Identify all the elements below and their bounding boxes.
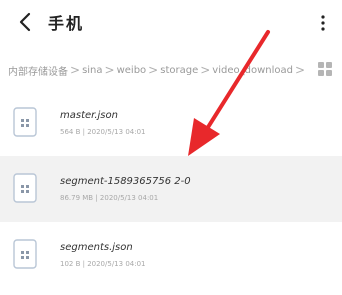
breadcrumb-separator: > <box>70 63 81 77</box>
breadcrumb: 内部存储设备 > sina > weibo > storage > video_… <box>8 60 308 80</box>
grid-view-button[interactable] <box>318 61 332 76</box>
breadcrumb-item-weibo[interactable]: weibo <box>117 65 147 76</box>
file-row-master-json[interactable]: master.json 564 B | 2020/5/13 04:01 <box>0 90 342 156</box>
page-title: 手机 <box>48 14 85 33</box>
breadcrumb-separator: > <box>104 63 115 77</box>
chevron-left-icon <box>19 12 31 32</box>
top-bar: 手机 <box>0 0 342 46</box>
file-icon <box>13 239 37 269</box>
file-icon <box>13 173 37 203</box>
breadcrumb-item-internal-storage[interactable]: 内部存储设备 <box>8 63 68 78</box>
file-meta: 102 B | 2020/5/13 04:01 <box>60 260 146 268</box>
breadcrumb-separator: > <box>200 63 211 77</box>
file-name: master.json <box>60 110 118 121</box>
breadcrumb-item-sina[interactable]: sina <box>82 65 102 76</box>
file-meta: 564 B | 2020/5/13 04:01 <box>60 128 146 136</box>
more-options-button[interactable] <box>314 10 332 36</box>
file-name: segment-1589365756 2-0 <box>60 176 191 187</box>
breadcrumb-item-video-download[interactable]: video_download <box>212 65 293 76</box>
breadcrumb-separator: > <box>294 63 306 77</box>
file-meta: 86.79 MB | 2020/5/13 04:01 <box>60 194 159 202</box>
file-row-segments-json[interactable]: segments.json 102 B | 2020/5/13 04:01 <box>0 222 342 288</box>
file-row-segment[interactable]: segment-1589365756 2-0 86.79 MB | 2020/5… <box>0 156 342 222</box>
file-icon <box>13 107 37 137</box>
grid-view-icon <box>318 62 332 76</box>
breadcrumb-separator: > <box>148 63 159 77</box>
breadcrumb-item-storage[interactable]: storage <box>160 65 198 76</box>
back-button[interactable] <box>12 8 38 36</box>
file-name: segments.json <box>60 242 133 253</box>
file-list: master.json 564 B | 2020/5/13 04:01 segm… <box>0 90 342 288</box>
more-vertical-icon <box>321 15 325 31</box>
